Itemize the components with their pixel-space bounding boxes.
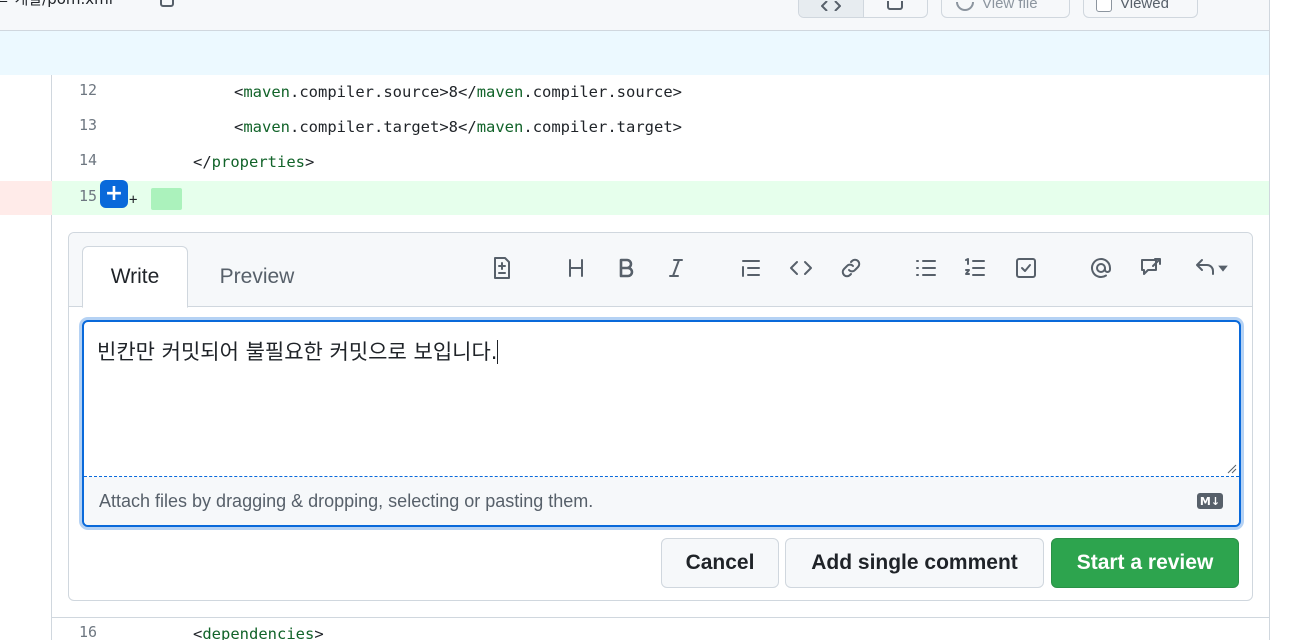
tab-write[interactable]: Write	[82, 246, 188, 308]
code-line: 16 <dependencies>	[52, 617, 1269, 640]
line-number[interactable]: 16	[52, 623, 97, 640]
line-content: <dependencies>	[193, 625, 324, 640]
unordered-list-icon[interactable]	[910, 252, 942, 284]
view-file-button[interactable]: View file	[941, 0, 1070, 18]
code-line: 13 <maven.compiler.target>8</maven.compi…	[52, 110, 1269, 145]
code-line: 14 </properties>	[52, 145, 1269, 180]
cross-reference-icon[interactable]	[1135, 252, 1167, 284]
bold-icon[interactable]	[610, 252, 642, 284]
plus-icon: +	[104, 181, 124, 206]
line-number[interactable]: 12	[52, 81, 97, 99]
viewed-checkbox[interactable]	[1096, 0, 1112, 12]
source-view-button[interactable]	[799, 0, 864, 17]
line-content: </properties>	[193, 153, 315, 171]
inline-comment-form: Write Preview 빈칸만 커밋되어 불필요한 커밋으로 보입니다. A…	[68, 232, 1253, 601]
heading-icon[interactable]	[560, 252, 592, 284]
cancel-button[interactable]: Cancel	[661, 538, 779, 588]
added-code-line: 15	[52, 181, 1269, 215]
ordered-list-icon[interactable]	[959, 252, 991, 284]
file-path[interactable]: ㄷ 개발/pom.xml	[0, 0, 113, 9]
comment-tabbar: Write Preview	[69, 233, 1252, 308]
hunk-expander-row[interactable]	[0, 31, 1269, 75]
line-content: <maven.compiler.target>8</maven.compiler…	[234, 118, 683, 136]
attach-hint: Attach files by dragging & dropping, sel…	[99, 491, 594, 511]
comment-editor[interactable]: 빈칸만 커밋되어 불필요한 커밋으로 보입니다. Attach files by…	[82, 320, 1241, 527]
task-list-icon[interactable]	[1010, 252, 1042, 284]
left-gutter-highlight	[0, 181, 52, 215]
markdown-icon[interactable]: M↓	[1197, 493, 1223, 509]
line-number[interactable]: 14	[52, 151, 97, 169]
diff-add-marker: +	[129, 192, 138, 208]
line-number[interactable]: 15	[52, 187, 97, 205]
attach-files-area[interactable]: Attach files by dragging & dropping, sel…	[84, 477, 1239, 525]
line-number[interactable]: 13	[52, 116, 97, 134]
file-header: ㄷ 개발/pom.xml View file Viewed	[0, 0, 1269, 31]
start-review-button[interactable]: Start a review	[1051, 538, 1239, 588]
suggestion-icon[interactable]	[486, 252, 518, 284]
view-mode-toggle[interactable]	[798, 0, 928, 18]
line-content: <maven.compiler.source>8</maven.compiler…	[234, 83, 683, 101]
eye-icon	[956, 2, 974, 11]
view-file-label: View file	[982, 0, 1038, 12]
viewed-checkbox-button[interactable]: Viewed	[1083, 0, 1198, 18]
italic-icon[interactable]	[660, 252, 692, 284]
add-single-comment-button[interactable]: Add single comment	[785, 538, 1044, 588]
added-whitespace-highlight	[151, 188, 182, 210]
page-right-edge	[1269, 0, 1294, 640]
resize-grip-icon[interactable]	[1225, 462, 1237, 474]
left-gutter	[0, 75, 52, 640]
code-icon[interactable]	[785, 252, 817, 284]
quote-icon[interactable]	[735, 252, 767, 284]
mention-icon[interactable]	[1085, 252, 1117, 284]
comment-textarea[interactable]: 빈칸만 커밋되어 불필요한 커밋으로 보입니다.	[84, 322, 1239, 477]
code-line: 12 <maven.compiler.source>8</maven.compi…	[52, 75, 1269, 110]
code-view-icon	[820, 1, 841, 11]
chevron-down-icon	[1218, 265, 1228, 272]
file-icon	[887, 1, 904, 10]
link-icon[interactable]	[835, 252, 867, 284]
tab-preview[interactable]: Preview	[197, 246, 317, 308]
copy-icon[interactable]	[157, 0, 177, 8]
add-comment-button[interactable]: +	[100, 180, 128, 208]
saved-replies-icon[interactable]	[1187, 252, 1235, 284]
viewed-label: Viewed	[1120, 0, 1169, 12]
text-caret	[497, 340, 499, 364]
rich-view-button[interactable]	[864, 0, 928, 17]
